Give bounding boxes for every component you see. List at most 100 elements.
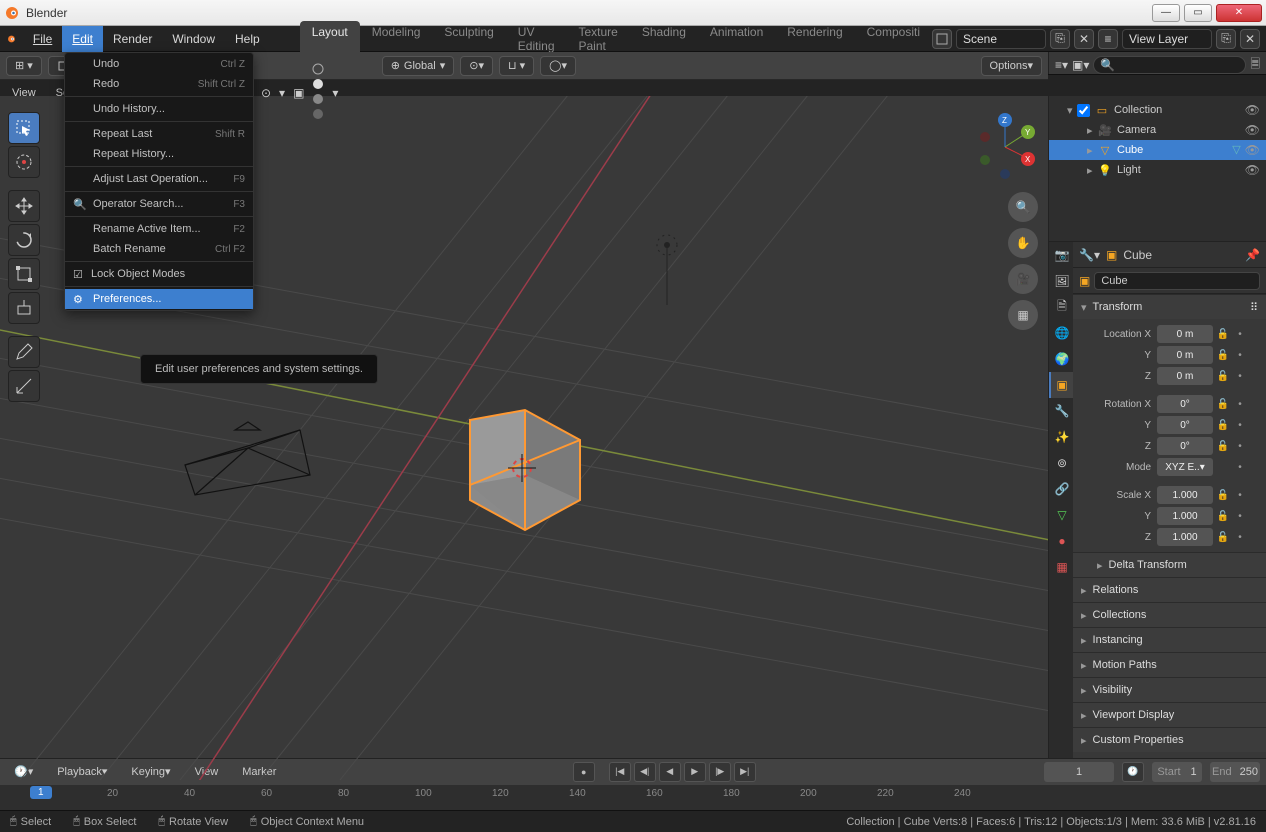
proportional-icon[interactable]: ◯▾ xyxy=(540,56,576,76)
start-frame-field[interactable]: Start1 xyxy=(1152,762,1202,782)
orientation-selector[interactable]: ⊕ Global ▾ xyxy=(382,56,455,76)
scale-x-field[interactable]: 1.000 xyxy=(1157,486,1213,504)
scale-z-field[interactable]: 1.000 xyxy=(1157,528,1213,546)
pin-icon[interactable]: 📌 xyxy=(1245,248,1260,262)
mesh-data-icon[interactable]: ▽ xyxy=(1232,143,1240,157)
prop-tab-render[interactable]: 📷 xyxy=(1049,242,1073,268)
viewlayer-del-icon[interactable]: ✕ xyxy=(1240,29,1260,49)
timeline-ruler[interactable]: 1 20406080100120140160180200220240 xyxy=(0,785,1266,811)
shading-rendered[interactable] xyxy=(312,108,324,123)
edit-menu-operator-search-[interactable]: 🔍Operator Search...F3 xyxy=(65,194,253,214)
snap-icon[interactable]: ⊔ ▾ xyxy=(499,56,534,76)
lock-icon[interactable]: 🔓 xyxy=(1216,327,1230,341)
outliner-search[interactable]: 🔍 xyxy=(1093,56,1246,74)
edit-menu-undo-history-[interactable]: Undo History... xyxy=(65,99,253,119)
options-dropdown[interactable]: Options ▾ xyxy=(981,56,1042,76)
eye-icon[interactable]: 👁 xyxy=(1245,163,1260,177)
perspective-icon[interactable]: ▦ xyxy=(1008,300,1038,330)
minimize-button[interactable]: ― xyxy=(1152,4,1180,22)
panel-relations[interactable]: ▸Relations xyxy=(1073,578,1266,602)
viewlayer-field[interactable]: View Layer xyxy=(1122,29,1212,49)
collection-checkbox[interactable] xyxy=(1077,104,1090,117)
location-y-field[interactable]: 0 m xyxy=(1157,346,1213,364)
eye-icon[interactable]: 👁 xyxy=(1245,103,1260,117)
edit-menu-redo[interactable]: RedoShift Ctrl Z xyxy=(65,74,253,94)
pan-icon[interactable]: ✋ xyxy=(1008,228,1038,258)
select-box-tool[interactable] xyxy=(8,112,40,144)
editor-type-icon[interactable]: ⊞ ▾ xyxy=(6,56,42,76)
viewlayer-browse-icon[interactable]: ≡ xyxy=(1098,29,1118,49)
edit-menu-batch-rename[interactable]: Batch RenameCtrl F2 xyxy=(65,239,253,259)
pivot-icon[interactable]: ⊙▾ xyxy=(460,56,493,76)
end-frame-field[interactable]: End250 xyxy=(1210,762,1260,782)
prop-tab-object[interactable]: ▣ xyxy=(1049,372,1073,398)
maximize-button[interactable]: ▭ xyxy=(1184,4,1212,22)
outliner-type-icon[interactable]: ≡▾ xyxy=(1055,58,1068,72)
prop-tab-modifier[interactable]: 🔧 xyxy=(1049,398,1073,424)
prop-tab-data[interactable]: ▽ xyxy=(1049,502,1073,528)
scene-new-icon[interactable]: ⎘ xyxy=(1050,29,1070,49)
axis-gizmo[interactable]: X Y Z xyxy=(970,112,1040,182)
viewlayer-new-icon[interactable]: ⎘ xyxy=(1216,29,1236,49)
panel-custom-props[interactable]: ▸Custom Properties xyxy=(1073,728,1266,752)
shading-lookdev[interactable] xyxy=(312,93,324,108)
menu-help[interactable]: Help xyxy=(225,26,270,52)
lock-icon[interactable]: 🔓 xyxy=(1216,530,1230,544)
panel-viewport-display[interactable]: ▸Viewport Display xyxy=(1073,703,1266,727)
outliner-filter-icon[interactable]: 🗏 xyxy=(1250,55,1260,76)
location-x-field[interactable]: 0 m xyxy=(1157,325,1213,343)
transform-tool[interactable] xyxy=(8,292,40,324)
scene-del-icon[interactable]: ✕ xyxy=(1074,29,1094,49)
annotate-tool[interactable] xyxy=(8,336,40,368)
panel-motion[interactable]: ▸Motion Paths xyxy=(1073,653,1266,677)
eye-icon[interactable]: 👁 xyxy=(1245,143,1260,157)
panel-instancing[interactable]: ▸Instancing xyxy=(1073,628,1266,652)
overlay-toggle-icon[interactable]: ⊙ xyxy=(261,86,271,100)
menu-render[interactable]: Render xyxy=(103,26,162,52)
move-tool[interactable] xyxy=(8,190,40,222)
lock-icon[interactable]: 🔓 xyxy=(1216,488,1230,502)
edit-menu-adjust-last-operation-[interactable]: Adjust Last Operation...F9 xyxy=(65,169,253,189)
panel-transform-header[interactable]: ▾Transform⠿ xyxy=(1073,295,1266,319)
prop-tab-physics[interactable]: ⊚ xyxy=(1049,450,1073,476)
panel-delta[interactable]: ▸Delta Transform xyxy=(1073,553,1266,577)
close-button[interactable]: ✕ xyxy=(1216,4,1262,22)
prop-tab-world[interactable]: 🌍 xyxy=(1049,346,1073,372)
edit-menu-lock-object-modes[interactable]: ☑Lock Object Modes xyxy=(65,264,253,284)
prop-tab-constraint[interactable]: 🔗 xyxy=(1049,476,1073,502)
edit-menu-preferences-[interactable]: ⚙Preferences... xyxy=(65,289,253,309)
scene-field[interactable]: Scene xyxy=(956,29,1046,49)
shading-solid[interactable] xyxy=(312,78,324,93)
object-name-field[interactable]: Cube xyxy=(1094,272,1260,290)
prop-tab-scene[interactable]: 🌐 xyxy=(1049,320,1073,346)
outliner-item-camera[interactable]: ▸ 🎥 Camera 👁 xyxy=(1049,120,1266,140)
rotation-y-field[interactable]: 0° xyxy=(1157,416,1213,434)
scale-tool[interactable] xyxy=(8,258,40,290)
prop-tab-material[interactable]: ● xyxy=(1049,528,1073,554)
prop-tab-output[interactable]: 🖼 xyxy=(1049,268,1073,294)
menu-file[interactable]: File xyxy=(23,26,62,52)
prop-tab-texture[interactable]: ▦ xyxy=(1049,554,1073,580)
eye-icon[interactable]: 👁 xyxy=(1245,123,1260,137)
outliner-item-cube[interactable]: ▸ ▽ Cube ▽👁 xyxy=(1049,140,1266,160)
zoom-icon[interactable]: 🔍 xyxy=(1008,192,1038,222)
menu-window[interactable]: Window xyxy=(162,26,225,52)
rotation-mode-field[interactable]: XYZ E..▾ xyxy=(1157,458,1213,476)
xray-icon[interactable]: ▣ xyxy=(293,86,304,100)
location-z-field[interactable]: 0 m xyxy=(1157,367,1213,385)
edit-menu-undo[interactable]: UndoCtrl Z xyxy=(65,54,253,74)
scene-browse-icon[interactable] xyxy=(932,29,952,49)
outliner-item-light[interactable]: ▸ 💡 Light 👁 xyxy=(1049,160,1266,180)
shading-wireframe[interactable] xyxy=(312,63,324,78)
prop-tab-viewlayer[interactable]: 🗎 xyxy=(1049,294,1073,320)
outliner-mode-icon[interactable]: ▣▾ xyxy=(1072,58,1089,72)
rotation-z-field[interactable]: 0° xyxy=(1157,437,1213,455)
editor-type-icon[interactable]: 🔧▾ xyxy=(1079,248,1100,262)
edit-menu-rename-active-item-[interactable]: Rename Active Item...F2 xyxy=(65,219,253,239)
overlay-dropdown-icon[interactable]: ▾ xyxy=(279,86,285,100)
preview-range-icon[interactable]: 🕐 xyxy=(1122,762,1144,782)
camera-view-icon[interactable]: 🎥 xyxy=(1008,264,1038,294)
menu-edit[interactable]: Edit xyxy=(62,26,103,52)
view-menu[interactable]: View xyxy=(6,83,42,103)
panel-collections[interactable]: ▸Collections xyxy=(1073,603,1266,627)
